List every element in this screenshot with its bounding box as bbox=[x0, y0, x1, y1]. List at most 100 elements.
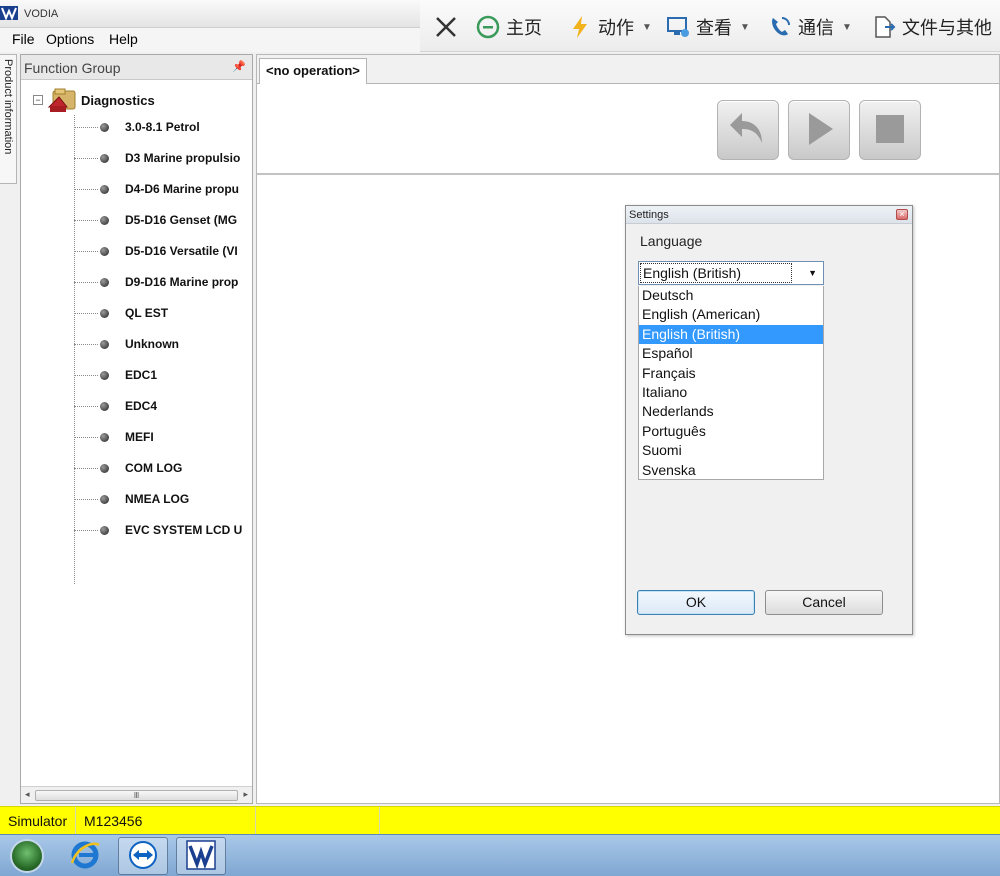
bullet-icon bbox=[100, 525, 109, 535]
tree-item[interactable]: MEFI bbox=[74, 427, 154, 447]
function-group-header: Function Group 📌 bbox=[21, 55, 252, 80]
menu-help[interactable]: Help bbox=[109, 31, 138, 47]
tree-item[interactable]: D3 Marine propulsio bbox=[74, 148, 240, 168]
tree-item[interactable]: EDC4 bbox=[74, 396, 157, 416]
function-group-panel: Function Group 📌 − Diagnostics 3.0-8.1 P… bbox=[20, 54, 253, 804]
tree-item[interactable]: D5-D16 Genset (MG bbox=[74, 210, 237, 230]
language-option[interactable]: English (British) bbox=[639, 324, 823, 345]
vodia-icon bbox=[186, 839, 216, 873]
home-icon bbox=[476, 15, 500, 39]
tree-item[interactable]: D4-D6 Marine propu bbox=[74, 179, 239, 199]
tree-node-diagnostics[interactable]: − Diagnostics bbox=[33, 88, 155, 112]
language-option[interactable]: Español bbox=[639, 344, 823, 363]
start-orb-icon bbox=[10, 839, 44, 873]
close-icon[interactable]: × bbox=[896, 209, 908, 220]
bullet-icon bbox=[100, 277, 109, 287]
pin-icon[interactable]: 📌 bbox=[232, 60, 246, 73]
language-option[interactable]: Português bbox=[639, 422, 823, 441]
tree-item-label: 3.0-8.1 Petrol bbox=[125, 120, 200, 134]
tree-item[interactable]: QL EST bbox=[74, 303, 168, 323]
bullet-icon bbox=[100, 184, 109, 194]
close-button[interactable] bbox=[434, 12, 458, 42]
bullet-icon bbox=[100, 463, 109, 473]
language-option[interactable]: Nederlands bbox=[639, 402, 823, 421]
tab-no-operation[interactable]: <no operation> bbox=[259, 58, 367, 84]
tree-connector bbox=[74, 498, 98, 500]
bullet-icon bbox=[100, 494, 109, 504]
tree-item[interactable]: D9-D16 Marine prop bbox=[74, 272, 238, 292]
collapse-icon[interactable]: − bbox=[33, 95, 43, 105]
horizontal-scrollbar[interactable]: ◂ Ⅲ ▸ bbox=[21, 786, 252, 803]
ok-button[interactable]: OK bbox=[637, 590, 755, 615]
function-group-title: Function Group bbox=[24, 60, 121, 76]
remote-toolbar: 主页 动作 ▼ 查看 ▼ 通信 ▼ 文件与其他 bbox=[420, 0, 1000, 52]
taskbar-ie[interactable] bbox=[60, 837, 110, 875]
status-id: M123456 bbox=[76, 807, 256, 835]
tree-item[interactable]: 3.0-8.1 Petrol bbox=[74, 117, 200, 137]
language-select-value: English (British) bbox=[640, 263, 792, 283]
tree-item-label: NMEA LOG bbox=[125, 492, 190, 506]
chevron-down-icon[interactable]: ▼ bbox=[808, 268, 817, 278]
taskbar-teamviewer[interactable] bbox=[118, 837, 168, 875]
toolbar-view-label: 查看 bbox=[696, 18, 732, 38]
bullet-icon bbox=[100, 215, 109, 225]
bullet-icon bbox=[100, 153, 109, 163]
toolbar-files[interactable]: 文件与其他 bbox=[872, 12, 992, 42]
language-option[interactable]: English (American) bbox=[639, 305, 823, 324]
tree-item[interactable]: EDC1 bbox=[74, 365, 157, 385]
tree-connector bbox=[74, 126, 98, 128]
toolbar-view[interactable]: 查看 ▼ bbox=[666, 12, 750, 42]
bullet-icon bbox=[100, 339, 109, 349]
tree-item[interactable]: COM LOG bbox=[74, 458, 182, 478]
product-information-label: Product information bbox=[2, 59, 14, 155]
tree-connector bbox=[74, 188, 98, 190]
settings-dialog: Settings × Language English (British) ▼ … bbox=[625, 205, 913, 635]
taskbar-vodia[interactable] bbox=[176, 837, 226, 875]
language-option[interactable]: Svenska bbox=[639, 461, 823, 480]
language-select[interactable]: English (British) ▼ bbox=[638, 261, 824, 285]
bullet-icon bbox=[100, 432, 109, 442]
language-option[interactable]: Français bbox=[639, 364, 823, 383]
tree-item-label: D3 Marine propulsio bbox=[125, 151, 241, 165]
play-button[interactable] bbox=[788, 100, 850, 160]
tree-item[interactable]: Unknown bbox=[74, 334, 179, 354]
window-title: VODIA bbox=[24, 8, 59, 20]
chevron-down-icon: ▼ bbox=[740, 21, 750, 33]
status-mode: Simulator bbox=[0, 807, 76, 835]
language-option[interactable]: Italiano bbox=[639, 383, 823, 402]
language-option[interactable]: Deutsch bbox=[639, 286, 823, 305]
menu-options[interactable]: Options bbox=[46, 31, 94, 47]
tree-item[interactable]: EVC SYSTEM LCD U bbox=[74, 520, 242, 540]
tree-item-label: EVC SYSTEM LCD U bbox=[125, 523, 243, 537]
tree-connector bbox=[74, 529, 98, 531]
back-button[interactable] bbox=[717, 100, 779, 160]
chevron-down-icon: ▼ bbox=[842, 21, 852, 33]
tree-connector bbox=[74, 467, 98, 469]
settings-titlebar: Settings × bbox=[626, 206, 912, 224]
tree-item[interactable]: NMEA LOG bbox=[74, 489, 189, 509]
toolbar-action[interactable]: 动作 ▼ bbox=[568, 12, 652, 42]
tree-connector bbox=[74, 343, 98, 345]
bullet-icon bbox=[100, 122, 109, 132]
stop-button[interactable] bbox=[859, 100, 921, 160]
scroll-right-icon[interactable]: ▸ bbox=[243, 789, 248, 800]
tree-item-label: D9-D16 Marine prop bbox=[125, 275, 239, 289]
scrollbar-thumb[interactable]: Ⅲ bbox=[35, 790, 238, 801]
cancel-button[interactable]: Cancel bbox=[765, 590, 883, 615]
toolbar-home[interactable]: 主页 bbox=[476, 12, 542, 42]
tree-connector bbox=[74, 374, 98, 376]
operation-controls bbox=[257, 85, 999, 175]
menu-file[interactable]: File bbox=[12, 31, 35, 47]
tree-item[interactable]: D5-D16 Versatile (VI bbox=[74, 241, 238, 261]
language-option[interactable]: Suomi bbox=[639, 441, 823, 460]
start-button[interactable] bbox=[2, 837, 52, 875]
bullet-icon bbox=[100, 401, 109, 411]
title-bar: VODIA bbox=[0, 0, 420, 28]
product-information-tab[interactable]: Product information bbox=[0, 54, 17, 184]
tree-item-label: MEFI bbox=[125, 430, 154, 444]
status-bar: Simulator M123456 bbox=[0, 806, 1000, 835]
stop-icon bbox=[872, 111, 908, 150]
scroll-left-icon[interactable]: ◂ bbox=[25, 789, 30, 800]
toolbar-communication[interactable]: 通信 ▼ bbox=[768, 12, 852, 42]
tree-item-label: D5-D16 Versatile (VI bbox=[125, 244, 238, 258]
